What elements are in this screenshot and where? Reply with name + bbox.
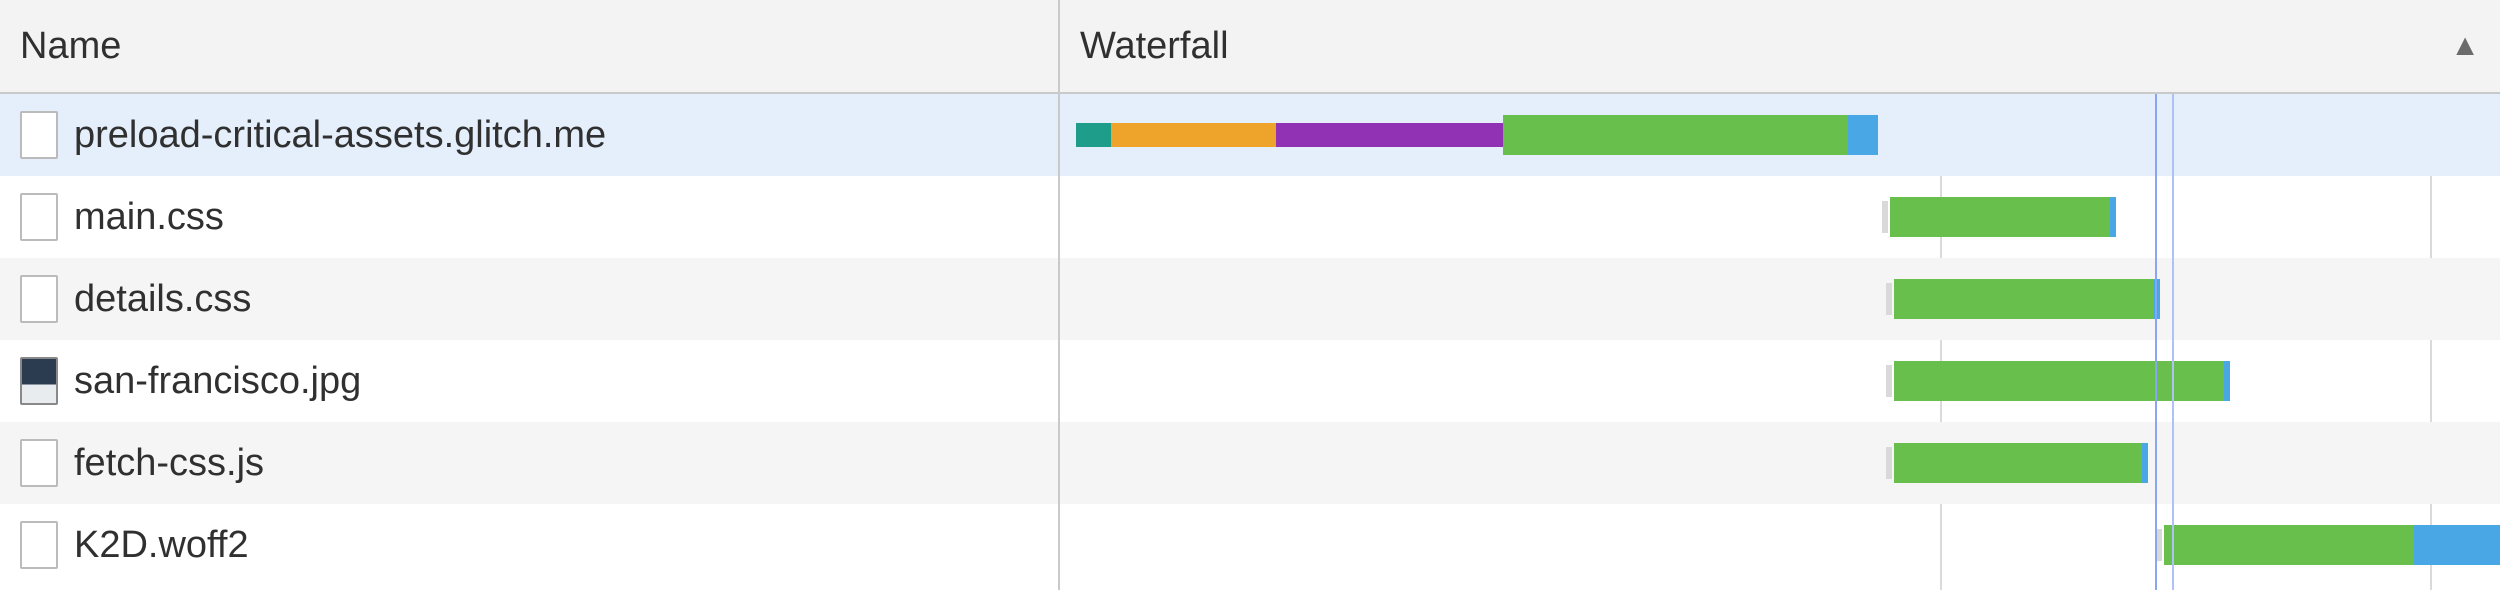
- document-file-icon: [20, 439, 58, 487]
- request-row[interactable]: san-francisco.jpg: [0, 340, 1058, 422]
- waterfall-row[interactable]: [1060, 340, 2500, 422]
- timing-segment: [1894, 361, 2224, 401]
- queue-tick: [1882, 201, 1888, 233]
- name-body: preload-critical-assets.glitch.me main.cs…: [0, 94, 1058, 586]
- dcl-line: [2155, 94, 2157, 590]
- waterfall-column: Waterfall ▲: [1060, 0, 2500, 590]
- waterfall-body: [1060, 94, 2500, 590]
- request-name: preload-critical-assets.glitch.me: [74, 114, 606, 157]
- sort-asc-icon: ▲: [2450, 29, 2480, 63]
- waterfall-row[interactable]: [1060, 504, 2500, 586]
- request-row[interactable]: main.css: [0, 176, 1058, 258]
- name-header[interactable]: Name: [0, 0, 1058, 94]
- request-name: fetch-css.js: [74, 442, 264, 485]
- waterfall-header-label: Waterfall: [1080, 25, 1229, 68]
- timing-segment: [2164, 525, 2414, 565]
- waterfall-row[interactable]: [1060, 258, 2500, 340]
- request-row[interactable]: details.css: [0, 258, 1058, 340]
- timing-bar: [1060, 115, 2500, 155]
- image-file-icon: [20, 357, 58, 405]
- document-file-icon: [20, 193, 58, 241]
- request-row[interactable]: K2D.woff2: [0, 504, 1058, 586]
- timing-segment: [1503, 115, 1848, 155]
- timing-segment: [2142, 443, 2148, 483]
- load-line: [2172, 94, 2174, 590]
- request-name: main.css: [74, 196, 224, 239]
- timing-segment: [1890, 197, 2110, 237]
- timing-segment: [1894, 443, 2142, 483]
- timing-segment: [1848, 115, 1878, 155]
- queue-tick: [1886, 447, 1892, 479]
- timing-bar: [1060, 525, 2500, 565]
- timing-bar: [1060, 361, 2500, 401]
- request-name: san-francisco.jpg: [74, 360, 361, 403]
- network-panel: Name preload-critical-assets.glitch.me ma…: [0, 0, 2500, 590]
- timing-segment: [2224, 361, 2230, 401]
- request-row[interactable]: fetch-css.js: [0, 422, 1058, 504]
- waterfall-row[interactable]: [1060, 94, 2500, 176]
- waterfall-row[interactable]: [1060, 422, 2500, 504]
- timing-segment: [2414, 525, 2500, 565]
- document-file-icon: [20, 275, 58, 323]
- document-file-icon: [20, 111, 58, 159]
- name-header-label: Name: [20, 25, 121, 68]
- request-name: K2D.woff2: [74, 524, 249, 567]
- timing-segment: [1076, 123, 1111, 147]
- waterfall-header[interactable]: Waterfall ▲: [1060, 0, 2500, 94]
- request-row[interactable]: preload-critical-assets.glitch.me: [0, 94, 1058, 176]
- timing-segment: [1894, 279, 2154, 319]
- request-name: details.css: [74, 278, 251, 321]
- name-column: Name preload-critical-assets.glitch.me ma…: [0, 0, 1060, 590]
- queue-tick: [1886, 283, 1892, 315]
- timing-bar: [1060, 279, 2500, 319]
- timing-segment: [2110, 197, 2116, 237]
- timing-bar: [1060, 443, 2500, 483]
- blank-file-icon: [20, 521, 58, 569]
- timing-bar: [1060, 197, 2500, 237]
- waterfall-row[interactable]: [1060, 176, 2500, 258]
- timing-segment: [1276, 123, 1503, 147]
- timing-segment: [1111, 123, 1276, 147]
- queue-tick: [1886, 365, 1892, 397]
